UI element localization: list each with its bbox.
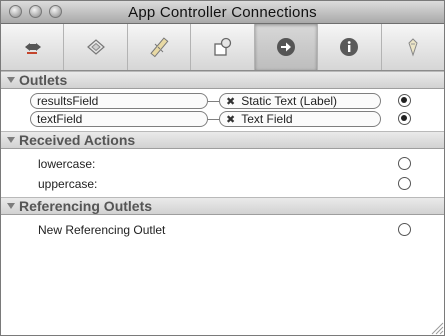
outlets-section-header[interactable]: Outlets <box>1 71 444 89</box>
outlet-target-label: Text Field <box>241 112 293 126</box>
window-title: App Controller Connections <box>128 4 317 21</box>
outlet-target-pill[interactable]: ✖ Text Field <box>219 111 381 127</box>
disclosure-triangle-icon[interactable] <box>7 77 15 83</box>
size-ruler-icon <box>150 37 169 58</box>
connections-inspector-window: App Controller Connections Outlets resul… <box>0 0 445 336</box>
attributes-icon <box>25 43 42 54</box>
connections-arrow-icon <box>276 38 295 56</box>
referencing-outlet-label: New Referencing Outlet <box>38 223 166 237</box>
effects-icon <box>86 39 105 55</box>
bindings-icon <box>214 37 232 56</box>
inspector-toolbar <box>1 24 444 71</box>
tab-attributes[interactable] <box>1 24 65 70</box>
connection-well-icon[interactable] <box>398 223 411 236</box>
referencing-outlets-section-header[interactable]: Referencing Outlets <box>1 197 444 215</box>
disconnect-icon[interactable]: ✖ <box>226 96 235 108</box>
disclosure-triangle-icon[interactable] <box>7 203 15 209</box>
disconnect-icon[interactable]: ✖ <box>226 114 235 126</box>
connection-line <box>208 101 219 102</box>
connection-well-icon[interactable] <box>398 157 411 170</box>
applescript-icon <box>408 38 418 57</box>
tab-connections[interactable] <box>254 24 319 70</box>
tab-effects[interactable] <box>64 24 128 70</box>
received-actions-section-header[interactable]: Received Actions <box>1 131 444 149</box>
outlets-header-label: Outlets <box>19 72 68 88</box>
outlet-name-pill[interactable]: resultsField <box>30 93 208 109</box>
resize-grip-icon[interactable] <box>428 319 444 335</box>
title-bar[interactable]: App Controller Connections <box>1 1 444 24</box>
tab-applescript[interactable] <box>382 24 444 70</box>
outlet-target-label: Static Text (Label) <box>241 94 338 108</box>
connection-well-icon[interactable] <box>398 94 411 107</box>
action-label: lowercase: <box>38 157 96 171</box>
outlet-name-pill[interactable]: textField <box>30 111 208 127</box>
disclosure-triangle-icon[interactable] <box>7 137 15 143</box>
action-label: uppercase: <box>38 177 98 191</box>
referencing-outlets-header-label: Referencing Outlets <box>19 198 153 214</box>
tab-size[interactable] <box>128 24 192 70</box>
received-actions-header-label: Received Actions <box>19 132 136 148</box>
tab-bindings[interactable] <box>191 24 255 70</box>
connections-panel: Outlets resultsField ✖ Static Text (Label… <box>1 71 444 335</box>
connection-well-icon[interactable] <box>398 112 411 125</box>
outlet-target-pill[interactable]: ✖ Static Text (Label) <box>219 93 381 109</box>
connection-well-icon[interactable] <box>398 177 411 190</box>
tab-identity[interactable] <box>318 24 382 70</box>
connection-line <box>208 119 219 120</box>
identity-info-icon <box>340 38 359 56</box>
